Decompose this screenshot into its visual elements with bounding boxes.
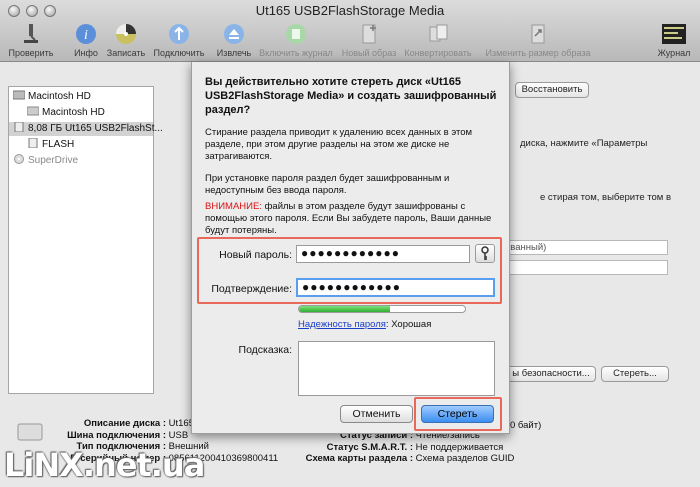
info-icon: i: [73, 22, 99, 46]
sheet-title: Вы действительно хотите стереть диск «Ut…: [205, 76, 497, 116]
sidebar-item-volume[interactable]: Macintosh HD: [26, 106, 105, 120]
toolbar-journal-button[interactable]: Включить журнал: [256, 22, 336, 58]
password-strength-row: Надежность пароля: Хорошая: [298, 319, 432, 330]
sidebar-item-flash[interactable]: FLASH: [27, 137, 74, 152]
volume-icon: [26, 106, 40, 116]
background-text: е стирая том, выберите том в: [540, 192, 672, 203]
log-icon: [661, 22, 687, 46]
watermark: LiNX.net.ua: [4, 446, 205, 484]
hint-label: Подсказка:: [238, 344, 292, 356]
svg-text:i: i: [84, 28, 88, 43]
password-strength-meter: [298, 305, 466, 313]
hint-field[interactable]: [298, 341, 495, 396]
toolbar-verify-button[interactable]: Проверить: [8, 22, 54, 58]
sidebar-item-usb-disk[interactable]: 8,08 ГБ Ut165 USB2FlashSt...: [9, 121, 163, 136]
format-popup[interactable]: ованный): [500, 240, 668, 255]
toolbar-eject-button[interactable]: Извлечь: [212, 22, 256, 58]
sheet-description: Стирание раздела приводит к удалению все…: [205, 127, 473, 162]
flash-volume-icon: [27, 137, 39, 149]
convert-icon: [425, 22, 451, 46]
sheet-warning: ВНИМАНИЕ: файлы в этом разделе будут заш…: [205, 201, 492, 236]
sidebar: Macintosh HD Macintosh HD 8,08 ГБ Ut165 …: [8, 86, 163, 394]
burn-icon: [113, 22, 139, 46]
strength-fill: [299, 306, 391, 312]
toolbar-mount-button[interactable]: Подключить: [151, 22, 207, 58]
eject-icon: [221, 22, 247, 46]
hard-disk-icon: [12, 90, 26, 100]
window-toolbar: Ut165 USB2FlashStorage Media Проверить i…: [0, 0, 700, 62]
sidebar-item-disk[interactable]: Macintosh HD: [12, 90, 91, 104]
disk-info-right: Статус записи : Чтение/запись Статус S.M…: [305, 430, 515, 464]
toolbar-convert-button[interactable]: Конвертировать: [402, 22, 474, 58]
sheet-password-note: При установке пароля раздел будет зашифр…: [205, 173, 450, 196]
password-fields-highlight: [197, 237, 502, 304]
optical-drive-icon: [13, 154, 25, 164]
microscope-icon: [18, 22, 44, 46]
resize-image-icon: [525, 22, 551, 46]
background-text: диска, нажмите «Параметры: [520, 138, 648, 149]
toolbar-burn-button[interactable]: Записать: [103, 22, 149, 58]
usb-drive-icon: [13, 121, 25, 133]
mount-icon: [166, 22, 192, 46]
restore-tab-button[interactable]: Восстановить: [515, 82, 589, 98]
sidebar-item-superdrive[interactable]: SuperDrive: [13, 154, 78, 168]
password-strength-value: Хорошая: [391, 319, 432, 330]
new-image-icon: [356, 22, 382, 46]
toolbar-info-button[interactable]: i Инфо: [68, 22, 104, 58]
toolbar-log-button[interactable]: Журнал: [654, 22, 694, 58]
window-title: Ut165 USB2FlashStorage Media: [255, 3, 445, 18]
toolbar-new-image-button[interactable]: Новый образ: [339, 22, 399, 58]
name-field[interactable]: [500, 260, 668, 275]
disk-capacity-tail: 0 байт): [510, 420, 542, 431]
security-options-button[interactable]: ы безопасности...: [506, 366, 596, 382]
cancel-button[interactable]: Отменить: [340, 405, 413, 423]
journal-icon: [283, 22, 309, 46]
erase-button-highlight: [414, 397, 502, 431]
background-erase-button[interactable]: Стереть...: [601, 366, 669, 382]
toolbar-resize-image-button[interactable]: Изменить размер образа: [482, 22, 594, 58]
disk-icon: [16, 420, 44, 444]
password-strength-link[interactable]: Надежность пароля: [298, 319, 386, 330]
